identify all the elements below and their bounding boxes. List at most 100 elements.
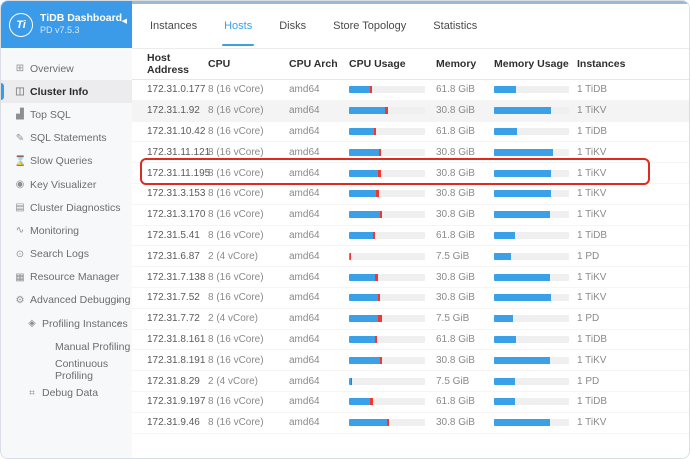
tab-disks[interactable]: Disks — [277, 6, 308, 46]
key-visualizer-icon: ◉ — [15, 179, 25, 191]
table-row[interactable]: 172.31.3.153 8 (16 vCore) amd64 30.8 GiB… — [132, 184, 689, 205]
app-window: Ti TiDB Dashboard PD v7.5.3 ◀ ⊞ Overview… — [0, 0, 690, 459]
sidebar-item-label: Cluster Diagnostics — [30, 201, 121, 214]
monitoring-icon: ∿ — [15, 225, 25, 237]
table-row[interactable]: 172.31.8.191 8 (16 vCore) amd64 30.8 GiB… — [132, 350, 689, 372]
cell-cpu: 8 (16 vCore) — [208, 167, 264, 179]
memory-usage-fill — [494, 127, 517, 135]
cpu-usage-peak — [374, 335, 378, 343]
chevron-up-icon[interactable]: ∧ — [117, 296, 122, 304]
cell-host-address: 172.31.11.121 — [147, 146, 211, 158]
chevron-up-icon[interactable]: ∧ — [117, 320, 122, 328]
sidebar-item-monitoring[interactable]: ∿ Monitoring — [1, 219, 132, 242]
sidebar-item-continuous-profiling[interactable]: Continuous Profiling — [1, 358, 132, 383]
sidebar-item-advanced-debugging[interactable]: ⚙ Advanced Debugging ∧ — [1, 289, 132, 312]
cell-host-address: 172.31.1.92 — [147, 105, 200, 117]
table-row[interactable]: 172.31.7.52 8 (16 vCore) amd64 30.8 GiB … — [132, 288, 689, 309]
sidebar-item-slow-queries[interactable]: ⌛ Slow Queries — [1, 150, 132, 173]
memory-usage-fill — [494, 169, 551, 177]
memory-usage-fill — [494, 419, 550, 427]
sidebar-item-manual-profiling[interactable]: Manual Profiling — [1, 335, 132, 358]
overview-icon: ⊞ — [15, 63, 25, 75]
cell-host-address: 172.31.8.191 — [147, 354, 206, 366]
cpu-usage-bar — [349, 252, 425, 260]
sidebar-item-label: Continuous Profiling — [55, 358, 109, 383]
cpu-usage-peak — [380, 211, 383, 219]
cell-host-address: 172.31.9.46 — [147, 417, 200, 429]
cell-host-address: 172.31.5.41 — [147, 229, 200, 241]
cpu-usage-fill — [349, 231, 373, 239]
sidebar-item-profiling-instances[interactable]: ◈ Profiling Instances ∧ — [1, 312, 132, 335]
table-row[interactable]: 172.31.9.197 8 (16 vCore) amd64 61.8 GiB… — [132, 392, 689, 413]
memory-usage-bar — [494, 335, 569, 343]
cell-host-address: 172.31.7.138 — [147, 271, 206, 283]
table-row[interactable]: 172.31.11.121 8 (16 vCore) amd64 30.8 Gi… — [132, 142, 689, 164]
table-row[interactable]: 172.31.11.195 8 (16 vCore) amd64 30.8 Gi… — [132, 163, 689, 184]
sidebar-item-label: Profiling Instances — [42, 317, 128, 330]
sidebar-item-label: Key Visualizer — [30, 178, 97, 191]
cell-memory: 30.8 GiB — [436, 167, 475, 179]
cpu-usage-peak — [380, 356, 383, 364]
cell-memory: 30.8 GiB — [436, 417, 475, 429]
sidebar-item-resource-manager[interactable]: ▦ Resource Manager — [1, 266, 132, 289]
main-content: Instances Hosts Disks Store Topology Statist… — [132, 1, 689, 458]
tab-store-topology[interactable]: Store Topology — [331, 6, 408, 46]
app-title: TiDB Dashboard — [40, 12, 123, 25]
cell-instances: 1 PD — [577, 313, 600, 325]
sidebar-item-debug-data[interactable]: ⌗ Debug Data — [1, 382, 132, 405]
sidebar-item-label: Top SQL — [30, 108, 71, 121]
table-row[interactable]: 172.31.10.42 8 (16 vCore) amd64 61.8 GiB… — [132, 122, 689, 143]
cell-cpu-arch: amd64 — [289, 354, 320, 366]
column-header-memory: Memory — [436, 58, 477, 70]
memory-usage-fill — [494, 335, 516, 343]
cpu-usage-fill — [349, 148, 379, 156]
cell-memory-usage — [494, 211, 577, 219]
cell-cpu-arch: amd64 — [289, 396, 320, 408]
sidebar-item-top-sql[interactable]: ▟ Top SQL — [1, 103, 132, 126]
sidebar-item-overview[interactable]: ⊞ Overview — [1, 57, 132, 80]
tab-hosts[interactable]: Hosts — [222, 6, 255, 46]
cpu-usage-fill — [349, 356, 381, 364]
table-row[interactable]: 172.31.9.46 8 (16 vCore) amd64 30.8 GiB … — [132, 413, 689, 434]
cell-memory: 30.8 GiB — [436, 354, 475, 366]
table-row[interactable]: 172.31.1.92 8 (16 vCore) amd64 30.8 GiB … — [132, 100, 689, 122]
cpu-usage-bar — [349, 335, 425, 343]
table-row[interactable]: 172.31.0.177 8 (16 vCore) amd64 61.8 GiB… — [132, 80, 689, 101]
table-row[interactable]: 172.31.8.161 8 (16 vCore) amd64 61.8 GiB… — [132, 330, 689, 351]
cell-cpu-usage — [349, 190, 436, 198]
cell-cpu-usage — [349, 419, 436, 427]
cell-memory-usage — [494, 419, 577, 427]
cell-instances: 1 TiKV — [577, 188, 607, 200]
sidebar-item-cluster-info[interactable]: ◫ Cluster Info — [1, 80, 132, 104]
table-row[interactable]: 172.31.6.87 2 (4 vCore) amd64 7.5 GiB 1 … — [132, 246, 689, 268]
cell-memory-usage — [494, 335, 577, 343]
cpu-usage-peak — [377, 315, 383, 323]
tab-instances[interactable]: Instances — [148, 6, 199, 46]
sidebar-item-key-visualizer[interactable]: ◉ Key Visualizer — [1, 173, 132, 196]
table-row[interactable]: 172.31.7.72 2 (4 vCore) amd64 7.5 GiB 1 … — [132, 309, 689, 330]
search-logs-icon: ⊙ — [15, 248, 25, 260]
top-sql-icon: ▟ — [16, 109, 24, 121]
tab-statistics[interactable]: Statistics — [431, 6, 479, 46]
table-row[interactable]: 172.31.8.29 2 (4 vCore) amd64 7.5 GiB 1 … — [132, 371, 689, 392]
cell-instances: 1 TiKV — [577, 146, 607, 158]
sidebar-item-cluster-diagnostics[interactable]: ▤ Cluster Diagnostics — [1, 196, 132, 219]
cell-instances: 1 TiDB — [577, 84, 608, 96]
sql-statements-icon: ✎ — [15, 132, 25, 144]
cell-cpu-usage — [349, 252, 436, 260]
cpu-usage-fill — [349, 86, 370, 94]
cell-host-address: 172.31.7.72 — [147, 313, 200, 325]
cell-instances: 1 PD — [577, 250, 600, 262]
cpu-usage-bar — [349, 107, 425, 115]
table-row[interactable]: 172.31.3.170 8 (16 vCore) amd64 30.8 GiB… — [132, 205, 689, 226]
sidebar-item-sql-statements[interactable]: ✎ SQL Statements — [1, 127, 132, 150]
cpu-usage-fill — [349, 335, 375, 343]
cell-cpu: 8 (16 vCore) — [208, 333, 264, 345]
table-row[interactable]: 172.31.7.138 8 (16 vCore) amd64 30.8 GiB… — [132, 267, 689, 288]
memory-usage-fill — [494, 211, 550, 219]
sidebar-collapse-icon[interactable]: ◀ — [122, 17, 127, 25]
cpu-usage-peak — [378, 148, 381, 156]
sidebar-item-search-logs[interactable]: ⊙ Search Logs — [1, 243, 132, 266]
cell-cpu: 8 (16 vCore) — [208, 188, 264, 200]
table-row[interactable]: 172.31.5.41 8 (16 vCore) amd64 61.8 GiB … — [132, 226, 689, 247]
